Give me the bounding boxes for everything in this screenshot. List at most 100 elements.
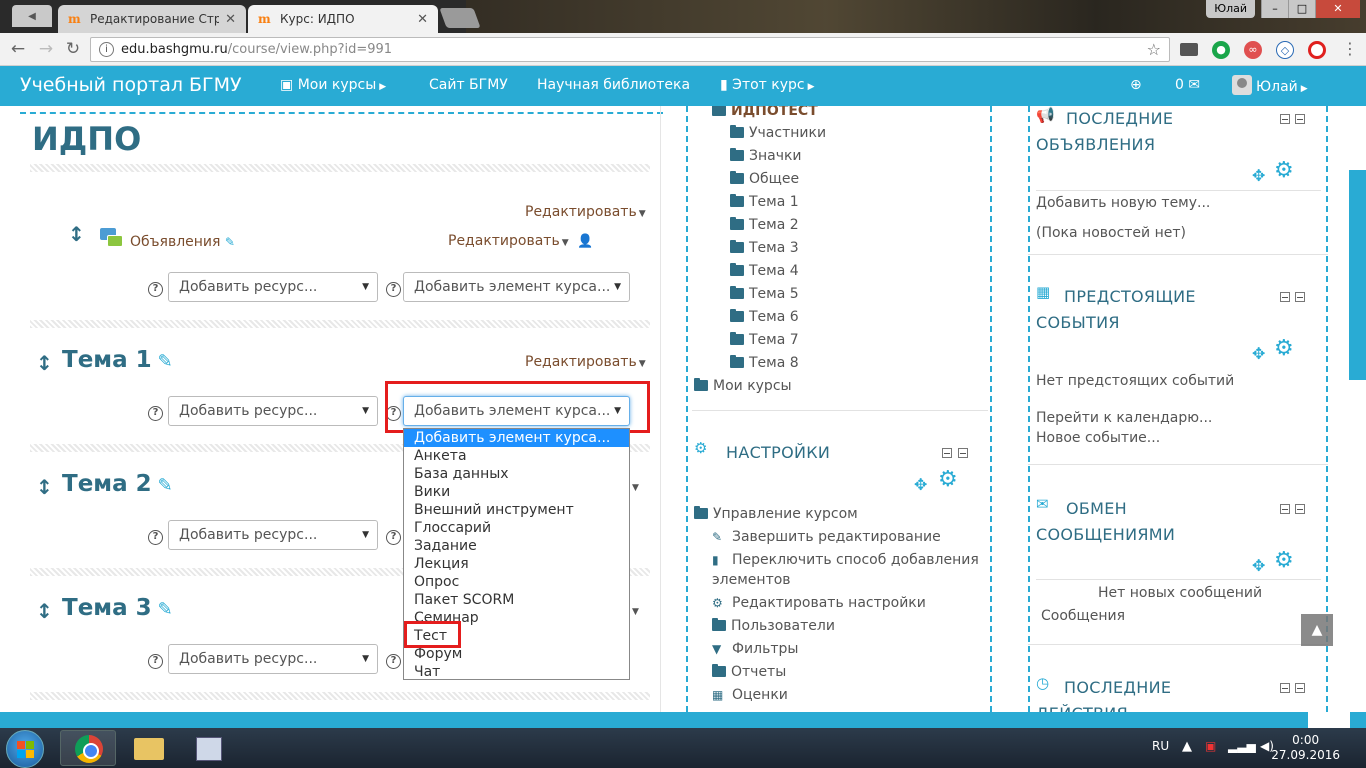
- help-icon[interactable]: ?: [148, 282, 163, 297]
- dropdown-option[interactable]: Опрос: [404, 573, 629, 591]
- calendar-link[interactable]: Перейти к календарю...: [1036, 410, 1212, 426]
- maximize-button[interactable]: □: [1288, 0, 1315, 18]
- help-icon[interactable]: ?: [386, 654, 401, 669]
- nav-item[interactable]: Общее: [730, 171, 799, 187]
- block-config-gears-icon[interactable]: ⚙: [1274, 548, 1294, 573]
- block-config-gears-icon[interactable]: ⚙: [938, 467, 958, 492]
- bookmark-star-icon[interactable]: ☆: [1147, 38, 1161, 61]
- start-button[interactable]: [6, 730, 44, 768]
- section-edit-menu-caret[interactable]: ▼: [630, 602, 639, 618]
- help-icon[interactable]: ?: [386, 530, 401, 545]
- block-move-icon[interactable]: ✥: [914, 475, 927, 494]
- settings-item[interactable]: ✎ Завершить редактирование: [712, 529, 941, 545]
- dropdown-option[interactable]: Чат: [404, 663, 629, 679]
- nav-item[interactable]: Тема 7: [730, 332, 799, 348]
- settings-course-admin[interactable]: Управление курсом: [694, 506, 858, 522]
- dropdown-option[interactable]: Задание: [404, 537, 629, 555]
- block-dock-icon[interactable]: [958, 448, 968, 458]
- section-edit-menu[interactable]: Редактировать ▼: [525, 204, 646, 220]
- block-dock-icon[interactable]: [1295, 683, 1305, 693]
- nav-item[interactable]: Тема 8: [730, 355, 799, 371]
- block-move-icon[interactable]: ✥: [1252, 556, 1265, 575]
- nav-item[interactable]: Значки: [730, 148, 802, 164]
- browser-tab-edit-page[interactable]: m Редактирование Стран ✕: [58, 5, 246, 33]
- back-to-top-button[interactable]: ▲: [1301, 614, 1333, 646]
- settings-item[interactable]: ▼ Фильтры: [712, 641, 798, 657]
- nav-item[interactable]: Тема 2: [730, 217, 799, 233]
- settings-item[interactable]: ⚙ Редактировать настройки: [712, 595, 926, 611]
- user-role-icon[interactable]: 👤: [577, 234, 593, 249]
- page-scrollbar-thumb[interactable]: [1349, 170, 1366, 380]
- settings-item[interactable]: ▦ Оценки: [712, 687, 788, 703]
- my-courses-menu[interactable]: ▣ Мои курсы ▶: [280, 77, 386, 93]
- address-bar[interactable]: i edu.bashgmu.ru/course/view.php?id=991 …: [90, 37, 1170, 62]
- block-move-icon[interactable]: ✥: [1252, 166, 1265, 185]
- edit-pencil-icon[interactable]: ✎: [158, 475, 173, 496]
- help-icon[interactable]: ?: [148, 406, 163, 421]
- move-icon[interactable]: ↕: [36, 475, 53, 499]
- messages-link[interactable]: Сообщения: [1041, 608, 1125, 624]
- settings-item-cont[interactable]: элементов: [712, 572, 791, 588]
- add-resource-select[interactable]: Добавить ресурс... ▼: [168, 520, 378, 550]
- edit-pencil-icon[interactable]: ✎: [225, 235, 235, 249]
- site-brand-link[interactable]: Учебный портал БГМУ: [20, 74, 242, 96]
- mail-extension-icon[interactable]: [1180, 43, 1198, 56]
- taskbar-explorer-button[interactable]: [120, 730, 176, 766]
- user-menu[interactable]: Юлай ▶: [1232, 75, 1308, 95]
- nav-item[interactable]: Тема 4: [730, 263, 799, 279]
- add-news-link[interactable]: Добавить новую тему...: [1036, 195, 1210, 211]
- minimize-button[interactable]: –: [1261, 0, 1288, 18]
- course-node[interactable]: ИДПОТЕСТ: [712, 106, 818, 119]
- edit-pencil-icon[interactable]: ✎: [158, 599, 173, 620]
- back-arrow-icon[interactable]: ←: [8, 39, 28, 59]
- block-dock-icon[interactable]: [1295, 292, 1305, 302]
- tray-expand-icon[interactable]: ▲: [1182, 739, 1192, 754]
- library-link[interactable]: Научная библиотека: [537, 77, 690, 93]
- tab-scroll-back-button[interactable]: ◀: [12, 5, 52, 27]
- dropdown-option[interactable]: Добавить элемент курса...: [404, 429, 629, 447]
- extension-red-icon[interactable]: ∞: [1244, 41, 1262, 59]
- block-collapse-icon[interactable]: [1280, 504, 1290, 514]
- reload-icon[interactable]: ↻: [63, 39, 83, 59]
- dropdown-option[interactable]: Вики: [404, 483, 629, 501]
- settings-item[interactable]: ▮ Переключить способ добавления: [712, 552, 979, 568]
- messages-menu[interactable]: 0 ✉: [1175, 77, 1200, 93]
- dropdown-option[interactable]: Пакет SCORM: [404, 591, 629, 609]
- help-icon[interactable]: ?: [386, 282, 401, 297]
- block-collapse-icon[interactable]: [1280, 114, 1290, 124]
- language-indicator[interactable]: RU: [1152, 739, 1169, 753]
- opera-extension-icon[interactable]: [1308, 41, 1326, 59]
- nav-item[interactable]: Тема 5: [730, 286, 799, 302]
- nav-item[interactable]: Тема 3: [730, 240, 799, 256]
- nav-item[interactable]: Тема 6: [730, 309, 799, 325]
- help-icon[interactable]: ?: [148, 654, 163, 669]
- window-close-button[interactable]: ✕: [1315, 0, 1360, 18]
- add-resource-select[interactable]: Добавить ресурс... ▼: [168, 644, 378, 674]
- edit-pencil-icon[interactable]: ✎: [158, 351, 173, 372]
- block-collapse-icon[interactable]: [1280, 292, 1290, 302]
- block-collapse-icon[interactable]: [1280, 683, 1290, 693]
- dropdown-option[interactable]: Внешний инструмент: [404, 501, 629, 519]
- close-icon[interactable]: ✕: [225, 12, 236, 27]
- extension-blue-icon[interactable]: ◇: [1276, 41, 1294, 59]
- close-icon[interactable]: ✕: [417, 12, 428, 27]
- this-course-menu[interactable]: ▮ Этот курс ▶: [720, 77, 815, 93]
- network-signal-icon[interactable]: ▂▃▅: [1228, 739, 1256, 753]
- dropdown-option[interactable]: База данных: [404, 465, 629, 483]
- nav-item[interactable]: Тема 1: [730, 194, 799, 210]
- site-link[interactable]: Сайт БГМУ: [429, 77, 508, 93]
- add-resource-select[interactable]: Добавить ресурс... ▼: [168, 272, 378, 302]
- dropdown-option[interactable]: Анкета: [404, 447, 629, 465]
- taskbar-chrome-button[interactable]: [60, 730, 116, 766]
- nav-my-courses[interactable]: Мои курсы: [694, 378, 792, 394]
- section-edit-menu[interactable]: Редактировать ▼: [525, 354, 646, 370]
- section-edit-menu-caret[interactable]: ▼: [630, 478, 639, 494]
- tray-alert-icon[interactable]: ▣: [1205, 739, 1216, 753]
- block-move-icon[interactable]: ✥: [1252, 344, 1265, 363]
- browser-tab-course[interactable]: m Курс: ИДПО ✕: [248, 5, 438, 33]
- system-clock[interactable]: 0:00 27.09.2016: [1271, 733, 1340, 763]
- block-dock-icon[interactable]: [1295, 504, 1305, 514]
- block-dock-icon[interactable]: [1295, 114, 1305, 124]
- dropdown-option[interactable]: Глоссарий: [404, 519, 629, 537]
- nav-item[interactable]: Участники: [730, 125, 826, 141]
